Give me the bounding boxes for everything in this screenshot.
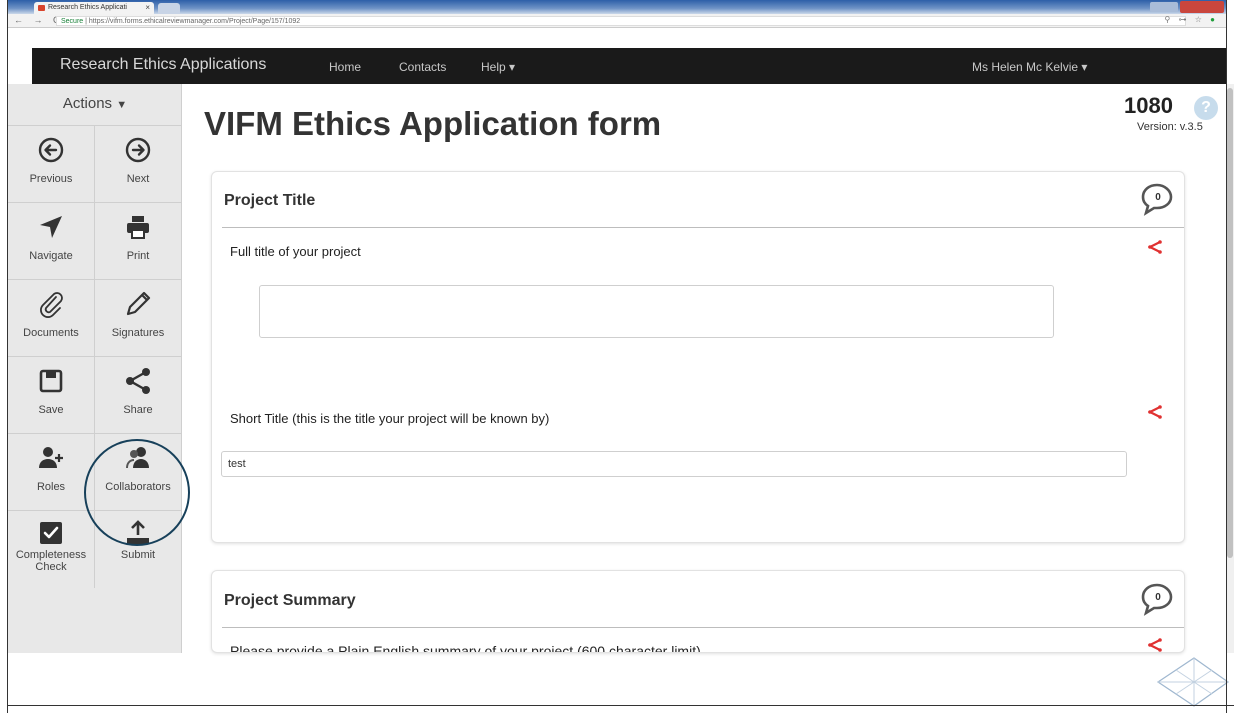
full-title-textarea[interactable] <box>259 285 1054 338</box>
application-number: 1080 <box>1124 93 1173 118</box>
panel-title: Project Summary <box>224 592 356 609</box>
question-label: Short Title (this is the title your proj… <box>230 411 550 426</box>
browser-tab-strip: Research Ethics Applicati × <box>8 0 1226 14</box>
actions-dropdown[interactable]: Actions ▼ <box>8 84 182 126</box>
documents-button[interactable]: Documents <box>8 280 95 357</box>
nav-help[interactable]: Help ▾ <box>481 60 515 74</box>
signatures-button[interactable]: Signatures <box>95 280 182 357</box>
secure-label: Secure <box>61 18 84 25</box>
chevron-down-icon: ▼ <box>116 99 128 111</box>
address-bar-row: ← → C Secure | https://vifm.forms.ethica… <box>8 14 1226 28</box>
next-button[interactable]: Next <box>95 126 182 203</box>
nav-home[interactable]: Home <box>329 60 361 74</box>
actions-sidebar: Actions ▼ Previous Next Navigate Print D… <box>8 84 182 653</box>
window-close-button[interactable] <box>1180 1 1224 13</box>
nav-contacts[interactable]: Contacts <box>399 60 446 74</box>
arrow-right-circle-icon <box>95 136 181 170</box>
comment-bubble-icon[interactable]: 0 <box>1140 182 1174 216</box>
user-menu[interactable]: Ms Helen Mc Kelvie ▾ <box>972 60 1087 74</box>
roles-button[interactable]: Roles <box>8 434 95 511</box>
project-title-panel: Project Title 0 Full title of your proje… <box>211 171 1185 543</box>
print-button[interactable]: Print <box>95 203 182 280</box>
floppy-disk-icon <box>8 367 94 401</box>
share-icon <box>95 367 181 401</box>
address-bar-icons[interactable]: ⚲ ⊶ ☆ ● <box>1164 15 1218 24</box>
paperclip-icon <box>8 290 94 324</box>
share-question-icon[interactable] <box>1148 405 1162 419</box>
question-label: Please provide a Plain English summary o… <box>230 643 701 653</box>
tab-title: Research Ethics Applicati <box>48 4 127 11</box>
users-icon <box>95 444 181 478</box>
user-add-icon <box>8 444 94 478</box>
share-button[interactable]: Share <box>95 357 182 434</box>
panel-title: Project Title <box>224 192 316 209</box>
page-title: VIFM Ethics Application form <box>204 105 662 142</box>
brand-title[interactable]: Research Ethics Applications <box>60 56 266 74</box>
new-tab-button[interactable] <box>158 3 180 14</box>
pencil-icon <box>95 290 181 324</box>
scrollbar-thumb[interactable] <box>1227 88 1233 558</box>
screen: Research Ethics Applicati × ← → C Secure… <box>0 0 1234 713</box>
close-tab-icon[interactable]: × <box>145 2 150 14</box>
window-minmax-buttons[interactable] <box>1150 2 1178 12</box>
favicon-icon <box>38 5 45 11</box>
previous-button[interactable]: Previous <box>8 126 95 203</box>
share-question-icon[interactable] <box>1148 240 1162 254</box>
comment-count: 0 <box>1155 192 1161 203</box>
arrow-left-circle-icon <box>8 136 94 170</box>
printer-icon <box>95 213 181 247</box>
save-button[interactable]: Save <box>8 357 95 434</box>
decorative-logo-corner <box>1156 657 1230 707</box>
comment-count: 0 <box>1155 592 1161 603</box>
short-title-input[interactable]: test <box>221 451 1127 477</box>
collaborators-button[interactable]: Collaborators <box>95 434 182 511</box>
help-icon[interactable]: ? <box>1194 96 1218 120</box>
navigate-arrow-icon <box>8 213 94 247</box>
browser-tab[interactable]: Research Ethics Applicati × <box>34 2 154 14</box>
completeness-check-button[interactable]: Completeness Check <box>8 511 95 588</box>
submit-button[interactable]: Submit <box>95 511 182 588</box>
navigate-button[interactable]: Navigate <box>8 203 95 280</box>
question-label: Full title of your project <box>230 244 361 259</box>
app-navbar: Research Ethics Applications Home Contac… <box>32 48 1226 84</box>
share-question-icon[interactable] <box>1148 638 1162 652</box>
url-field[interactable]: Secure | https://vifm.forms.ethicalrevie… <box>56 16 1186 26</box>
checkbox-icon <box>8 519 94 549</box>
upload-icon <box>95 519 181 549</box>
url-text: https://vifm.forms.ethicalreviewmanager.… <box>88 18 301 25</box>
extension-icon[interactable]: ● <box>1210 15 1218 24</box>
comment-bubble-icon[interactable]: 0 <box>1140 582 1174 616</box>
version-label: Version: v.3.5 <box>1137 121 1203 133</box>
project-summary-panel: Project Summary 0 Please provide a Plain… <box>211 570 1185 653</box>
